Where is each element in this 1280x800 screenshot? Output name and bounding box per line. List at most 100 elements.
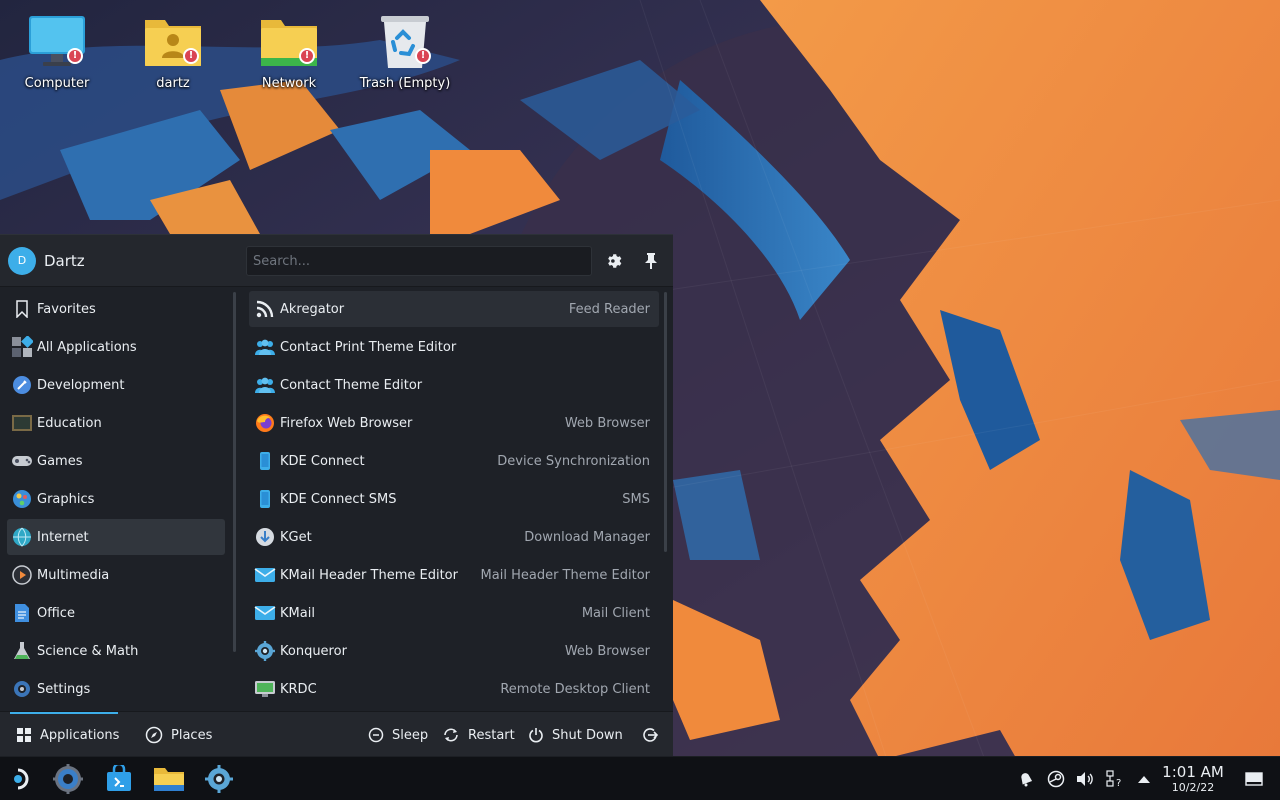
tray-steam[interactable]	[1045, 768, 1067, 790]
education-icon	[11, 412, 33, 434]
web-browser-icon	[205, 765, 233, 793]
contacts-icon	[254, 374, 276, 396]
shut-down-button[interactable]: Shut Down	[528, 712, 623, 758]
desktop-icon-computer[interactable]: ! Computer	[7, 10, 107, 100]
bookmark-icon	[11, 298, 33, 320]
taskbar-web-browser[interactable]	[202, 763, 236, 795]
tray-expand-icon	[1138, 776, 1150, 783]
tray-expand[interactable]	[1133, 768, 1155, 790]
grid-icon	[17, 728, 31, 742]
desktop-icon-home[interactable]: ! dartz	[123, 10, 223, 100]
application-list: Akregator Feed Reader Contact Print Them…	[249, 288, 659, 708]
dolphin-icon	[154, 768, 184, 791]
multimedia-icon	[11, 564, 33, 586]
category-education[interactable]: Education	[7, 405, 225, 441]
mail-icon	[254, 564, 276, 586]
sleep-button[interactable]: Sleep	[368, 712, 428, 758]
session-more-icon	[643, 728, 659, 742]
all-apps-icon	[11, 336, 33, 358]
category-all-applications[interactable]: All Applications	[7, 329, 225, 365]
app-item-contact-theme-editor[interactable]: Contact Theme Editor	[249, 367, 659, 403]
warning-badge-icon: !	[299, 48, 315, 64]
office-icon	[11, 602, 33, 624]
user-name: Dartz	[44, 251, 85, 270]
development-icon	[11, 374, 33, 396]
phone-icon	[254, 450, 276, 472]
tray-notifications[interactable]	[1015, 768, 1037, 790]
tray-volume[interactable]	[1074, 768, 1096, 790]
category-games[interactable]: Games	[7, 443, 225, 479]
power-icon	[529, 728, 543, 743]
desktop-icon-trash[interactable]: ! Trash (Empty)	[355, 10, 455, 100]
avatar[interactable]: D	[8, 246, 36, 275]
graphics-icon	[11, 488, 33, 510]
configure-button[interactable]	[602, 249, 626, 273]
steam-deck-icon	[14, 768, 29, 790]
clock-date[interactable]: 10/2/22	[1158, 781, 1228, 794]
network-folder-icon: !	[259, 10, 319, 72]
application-scrollbar[interactable]	[664, 292, 667, 552]
science-icon	[11, 640, 33, 662]
app-item-kmail-header-theme-editor[interactable]: KMail Header Theme Editor Mail Header Th…	[249, 557, 659, 593]
computer-icon: !	[27, 10, 87, 72]
category-list: Favorites All Applications Development E…	[0, 288, 232, 708]
category-graphics[interactable]: Graphics	[7, 481, 225, 517]
category-multimedia[interactable]: Multimedia	[7, 557, 225, 593]
category-science-math[interactable]: Science & Math	[7, 633, 225, 669]
app-item-firefox[interactable]: Firefox Web Browser Web Browser	[249, 405, 659, 441]
compass-icon	[145, 726, 163, 744]
search-input[interactable]	[246, 246, 592, 276]
desktop-icon-label: Trash (Empty)	[359, 76, 451, 91]
taskbar-system-settings[interactable]	[51, 763, 85, 795]
tray-network[interactable]: ?	[1104, 768, 1126, 790]
remote-desktop-icon	[254, 678, 276, 700]
desktop-icon-network[interactable]: ! Network	[239, 10, 339, 100]
clock-time[interactable]: 1:01 AM	[1158, 763, 1228, 781]
warning-badge-icon: !	[183, 48, 199, 64]
firefox-icon	[254, 412, 276, 434]
rss-icon	[254, 298, 276, 320]
pin-icon	[645, 253, 657, 269]
category-favorites[interactable]: Favorites	[7, 291, 225, 327]
category-development[interactable]: Development	[7, 367, 225, 403]
category-internet[interactable]: Internet	[7, 519, 225, 555]
globe-icon	[11, 526, 33, 548]
launcher-header: D Dartz	[0, 235, 673, 287]
gamepad-icon	[11, 450, 33, 472]
taskbar-dolphin[interactable]	[152, 763, 186, 795]
app-item-kget[interactable]: KGet Download Manager	[249, 519, 659, 555]
app-item-akregator[interactable]: Akregator Feed Reader	[249, 291, 659, 327]
category-office[interactable]: Office	[7, 595, 225, 631]
show-desktop-button[interactable]	[1243, 768, 1265, 790]
tab-places[interactable]: Places	[145, 712, 212, 758]
taskbar: ? 1:01 AM 10/2/22	[0, 756, 1280, 800]
pin-button[interactable]	[639, 249, 663, 273]
notifications-icon	[1021, 773, 1033, 787]
home-folder-icon: !	[143, 10, 203, 72]
trash-icon: !	[375, 10, 435, 72]
tab-applications[interactable]: Applications	[10, 712, 119, 758]
sleep-icon	[368, 727, 384, 743]
session-more-button[interactable]	[642, 712, 660, 758]
discover-icon	[107, 765, 131, 791]
app-item-kde-connect[interactable]: KDE Connect Device Synchronization	[249, 443, 659, 479]
app-item-contact-print-theme-editor[interactable]: Contact Print Theme Editor	[249, 329, 659, 365]
category-scrollbar[interactable]	[233, 292, 236, 652]
warning-badge-icon: !	[67, 48, 83, 64]
gear-icon	[608, 254, 622, 268]
desktop-icon-label: dartz	[156, 76, 190, 91]
app-item-kde-connect-sms[interactable]: KDE Connect SMS SMS	[249, 481, 659, 517]
restart-button[interactable]: Restart	[442, 712, 515, 758]
application-launcher: D Dartz Favorites	[0, 234, 673, 758]
phone-icon	[254, 488, 276, 510]
app-item-krdc[interactable]: KRDC Remote Desktop Client	[249, 671, 659, 707]
taskbar-discover[interactable]	[102, 763, 136, 795]
category-settings[interactable]: Settings	[7, 671, 225, 707]
app-item-kmail[interactable]: KMail Mail Client	[249, 595, 659, 631]
app-item-konqueror[interactable]: Konqueror Web Browser	[249, 633, 659, 669]
svg-text:?: ?	[1116, 778, 1121, 788]
launcher-button[interactable]	[4, 763, 38, 795]
show-desktop-icon	[1245, 772, 1263, 786]
mail-icon	[254, 602, 276, 624]
desktop-icon-label: Computer	[24, 76, 90, 91]
